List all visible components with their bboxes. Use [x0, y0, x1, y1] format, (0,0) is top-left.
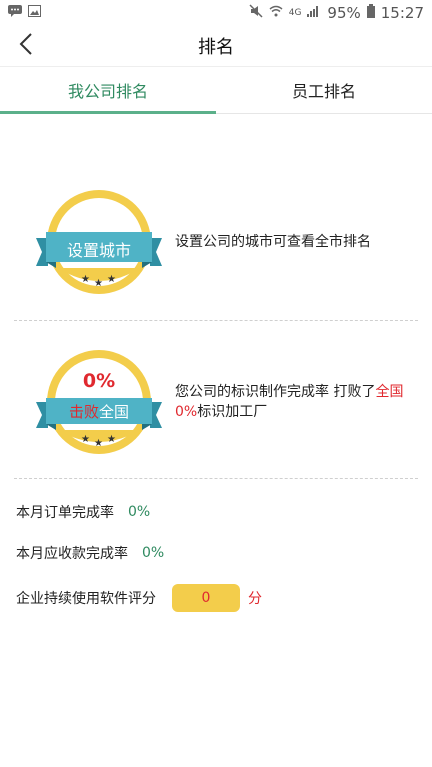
software-score-label: 企业持续使用软件评分 [16, 591, 156, 607]
badge-label-nation: 全国 [99, 403, 130, 421]
svg-text:★: ★ [81, 434, 90, 445]
wifi-icon [269, 5, 283, 21]
tab-company-ranking[interactable]: 我公司排名 [0, 67, 216, 114]
desc-text-1: 您公司的标识制作完成率 打败了 [175, 384, 376, 400]
receivable-completion-row: 本月应收款完成率 0% [16, 543, 164, 563]
status-bar: 4G 95% 15:27 [0, 0, 432, 26]
signal-icon [307, 5, 321, 21]
order-completion-value: 0% [128, 504, 151, 520]
image-icon [28, 5, 41, 21]
back-button[interactable] [8, 28, 44, 64]
city-badge-label: 设置城市 [66, 241, 131, 260]
message-icon [8, 5, 22, 21]
national-percent: 0% [82, 370, 116, 392]
desc-highlight-2: 0% [175, 404, 198, 420]
desc-highlight-1: 全国 [375, 384, 404, 400]
city-badge[interactable]: ★ ★ ★ 设置城市 [36, 182, 162, 300]
page-title: 排名 [198, 37, 234, 58]
national-badge: ★ ★ ★ 0% 击败全国 [36, 346, 162, 464]
order-completion-label: 本月订单完成率 [16, 505, 114, 521]
svg-text:★: ★ [107, 434, 116, 445]
mute-icon [249, 4, 263, 22]
battery-icon [366, 4, 375, 22]
svg-text:★: ★ [107, 274, 116, 285]
city-rank-description: 设置公司的城市可查看全市排名 [175, 234, 371, 250]
divider [14, 478, 418, 479]
badge-label-defeat: 击败 [68, 403, 99, 421]
divider [14, 320, 418, 321]
receivable-completion-label: 本月应收款完成率 [16, 546, 128, 562]
clock: 15:27 [380, 4, 424, 22]
order-completion-row: 本月订单完成率 0% [16, 502, 150, 522]
tab-employee-ranking[interactable]: 员工排名 [216, 67, 432, 113]
svg-text:★: ★ [94, 438, 103, 449]
receivable-completion-value: 0% [142, 545, 165, 561]
app-bar: 排名 [0, 26, 432, 67]
national-badge-label: 击败全国 [46, 401, 152, 422]
network-type: 4G [288, 8, 302, 18]
software-score-unit: 分 [248, 591, 262, 607]
svg-text:★: ★ [81, 274, 90, 285]
national-rank-description: 您公司的标识制作完成率 打败了全国 0%标识加工厂 [175, 382, 415, 422]
software-score-row: 企业持续使用软件评分 0 分 [16, 584, 262, 612]
chevron-left-icon [19, 33, 33, 59]
battery-percent: 95% [327, 4, 361, 22]
desc-text-2: 标识加工厂 [197, 404, 268, 420]
svg-text:★: ★ [94, 278, 103, 289]
software-score-value: 0 [172, 584, 240, 612]
tab-bar: 我公司排名 员工排名 [0, 67, 432, 114]
